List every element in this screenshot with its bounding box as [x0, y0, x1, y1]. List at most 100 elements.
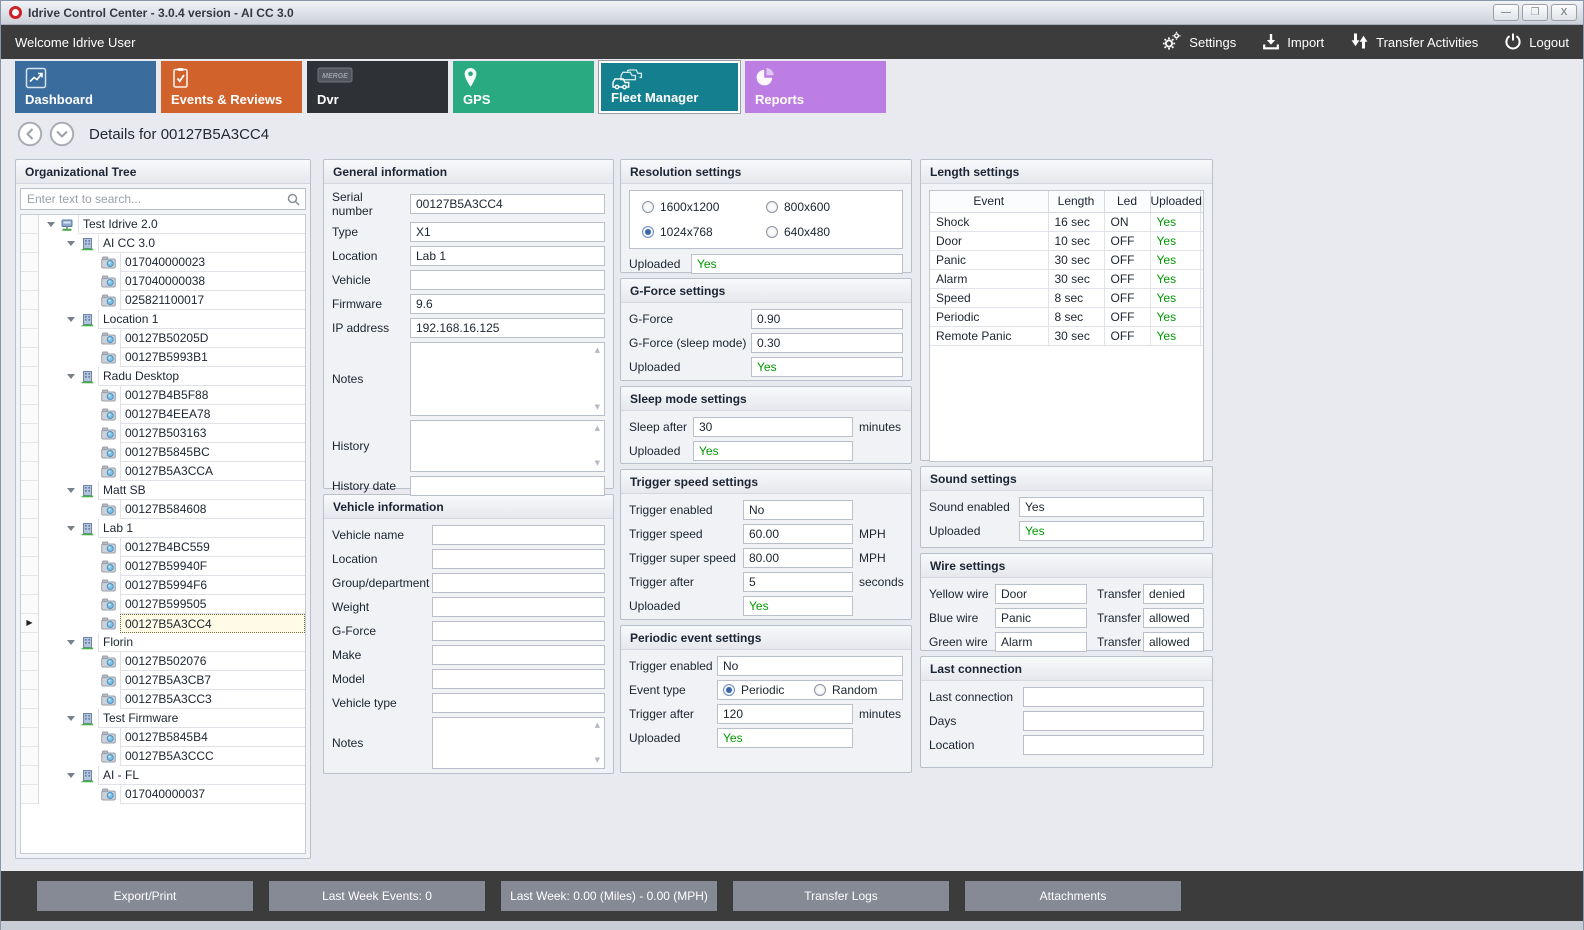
back-button[interactable]	[17, 121, 43, 147]
scroll-up-icon[interactable]: ▲	[595, 347, 600, 354]
close-button[interactable]: X	[1551, 4, 1577, 21]
expander-icon[interactable]	[67, 716, 75, 721]
trigger-speed-field[interactable]	[743, 524, 853, 544]
tab-dvr[interactable]: MERGEDvr	[307, 61, 448, 113]
tree-node-017040000037[interactable]: 017040000037	[21, 785, 305, 804]
tree-node-00127b5993b1[interactable]: 00127B5993B1	[21, 348, 305, 367]
tree-node-ai-cc-3-0[interactable]: AI CC 3.0	[21, 234, 305, 253]
history-date-field[interactable]	[410, 476, 605, 496]
table-row[interactable]: Periodic8 secOFFYes	[930, 307, 1203, 326]
yellow-wire-event-field[interactable]	[995, 584, 1087, 604]
tree-node-00127b4eea78[interactable]: 00127B4EEA78	[21, 405, 305, 424]
expander-icon[interactable]	[67, 526, 75, 531]
column-header-uploaded[interactable]: Uploaded	[1150, 191, 1200, 212]
expander-icon[interactable]	[67, 488, 75, 493]
column-header-event[interactable]: Event	[930, 191, 1048, 212]
scroll-down-icon[interactable]: ▼	[595, 404, 600, 411]
trigger-super-speed-field[interactable]	[743, 548, 853, 568]
table-row[interactable]: Panic30 secOFFYes	[930, 250, 1203, 269]
tree-node-00127b4b5f88[interactable]: 00127B4B5F88	[21, 386, 305, 405]
table-row[interactable]: Door10 secOFFYes	[930, 231, 1203, 250]
tree-node-00127b4bc559[interactable]: 00127B4BC559	[21, 538, 305, 557]
vehicle-type-field[interactable]	[432, 693, 605, 713]
expander-icon[interactable]	[67, 317, 75, 322]
tab-reports[interactable]: Reports	[745, 61, 886, 113]
tree-node-00127b5845bc[interactable]: 00127B5845BC	[21, 443, 305, 462]
scroll-up-icon[interactable]: ▲	[595, 425, 600, 432]
tree-node-00127b50205d[interactable]: 00127B50205D	[21, 329, 305, 348]
table-row[interactable]: Remote Panic30 secOFFYes	[930, 326, 1203, 345]
radio-periodic[interactable]	[723, 684, 735, 696]
bottom-button-last-week-0-00-miles-0-00-mph[interactable]: Last Week: 0.00 (Miles) - 0.00 (MPH)	[501, 881, 717, 911]
scroll-down-icon[interactable]: ▼	[595, 757, 600, 764]
location-field[interactable]	[432, 549, 605, 569]
make-field[interactable]	[432, 645, 605, 665]
radio-option-800x600[interactable]: 800x600	[766, 200, 890, 214]
blue-wire-transfer-field[interactable]	[1143, 608, 1204, 628]
tree-node-00127b5a3cc4[interactable]: ▶00127B5A3CC4	[21, 614, 305, 633]
tree-node-00127b5a3cb7[interactable]: 00127B5A3CB7	[21, 671, 305, 690]
bottom-button-transfer-logs[interactable]: Transfer Logs	[733, 881, 949, 911]
radio-random[interactable]	[814, 684, 826, 696]
menu-item-import[interactable]: Import	[1262, 32, 1324, 53]
trigger-after-field[interactable]	[717, 704, 853, 724]
scroll-down-button[interactable]	[49, 121, 75, 147]
green-wire-transfer-field[interactable]	[1143, 632, 1204, 652]
tree-node-00127b503163[interactable]: 00127B503163	[21, 424, 305, 443]
scroll-up-icon[interactable]: ▲	[595, 722, 600, 729]
tab-dashboard[interactable]: Dashboard	[15, 61, 156, 113]
column-header-length[interactable]: Length	[1048, 191, 1104, 212]
table-row[interactable]: Shock16 secONYes	[930, 212, 1203, 231]
tree-node-00127b5994f6[interactable]: 00127B5994F6	[21, 576, 305, 595]
expander-icon[interactable]	[67, 773, 75, 778]
tree-node-017040000038[interactable]: 017040000038	[21, 272, 305, 291]
radio-option-640x480[interactable]: 640x480	[766, 225, 890, 239]
menu-item-settings[interactable]: Settings	[1161, 31, 1236, 54]
last-connection-field[interactable]	[1023, 687, 1204, 707]
column-header-led[interactable]: Led	[1104, 191, 1150, 212]
radio-640x480[interactable]	[766, 226, 778, 238]
trigger-after-field[interactable]	[743, 572, 853, 592]
history-textarea[interactable]: ▲▼	[410, 420, 605, 472]
vehicle-field[interactable]	[410, 270, 605, 290]
trigger-enabled-field[interactable]	[743, 500, 853, 520]
tree-node-radu-desktop[interactable]: Radu Desktop	[21, 367, 305, 386]
tree-node-lab-1[interactable]: Lab 1	[21, 519, 305, 538]
tab-events-reviews[interactable]: Events & Reviews	[161, 61, 302, 113]
tree-node-matt-sb[interactable]: Matt SB	[21, 481, 305, 500]
radio-option-periodic[interactable]: Periodic	[723, 683, 806, 697]
radio-1024x768[interactable]	[642, 226, 654, 238]
serial-number-field[interactable]	[410, 194, 605, 214]
tree-node-00127b5a3ccc[interactable]: 00127B5A3CCC	[21, 747, 305, 766]
expander-icon[interactable]	[47, 222, 55, 227]
scroll-down-icon[interactable]: ▼	[595, 460, 600, 467]
days-field[interactable]	[1023, 711, 1204, 731]
bottom-button-attachments[interactable]: Attachments	[965, 881, 1181, 911]
tree-node-00127b599505[interactable]: 00127B599505	[21, 595, 305, 614]
tree-search-input[interactable]	[20, 188, 306, 210]
expander-icon[interactable]	[67, 640, 75, 645]
sound-enabled-field[interactable]	[1019, 497, 1204, 517]
tab-gps[interactable]: GPS	[453, 61, 594, 113]
tree-node-location-1[interactable]: Location 1	[21, 310, 305, 329]
radio-800x600[interactable]	[766, 201, 778, 213]
location-field[interactable]	[1023, 735, 1204, 755]
radio-1600x1200[interactable]	[642, 201, 654, 213]
bottom-button-export-print[interactable]: Export/Print	[37, 881, 253, 911]
green-wire-event-field[interactable]	[995, 632, 1087, 652]
model-field[interactable]	[432, 669, 605, 689]
notes-textarea[interactable]: ▲▼	[410, 342, 605, 416]
tree-node-017040000023[interactable]: 017040000023	[21, 253, 305, 272]
tree-node-025821100017[interactable]: 025821100017	[21, 291, 305, 310]
minimize-button[interactable]: —	[1493, 4, 1519, 21]
menu-item-transfer-activities[interactable]: Transfer Activities	[1350, 32, 1478, 53]
tree-node-test-idrive-2-0[interactable]: Test Idrive 2.0	[21, 215, 305, 234]
weight-field[interactable]	[432, 597, 605, 617]
blue-wire-event-field[interactable]	[995, 608, 1087, 628]
radio-option-random[interactable]: Random	[814, 683, 897, 697]
bottom-button-last-week-events-0[interactable]: Last Week Events: 0	[269, 881, 485, 911]
table-row[interactable]: Speed8 secOFFYes	[930, 288, 1203, 307]
tree-node-00127b59940f[interactable]: 00127B59940F	[21, 557, 305, 576]
radio-option-1600x1200[interactable]: 1600x1200	[642, 200, 766, 214]
tree-node-florin[interactable]: Florin	[21, 633, 305, 652]
